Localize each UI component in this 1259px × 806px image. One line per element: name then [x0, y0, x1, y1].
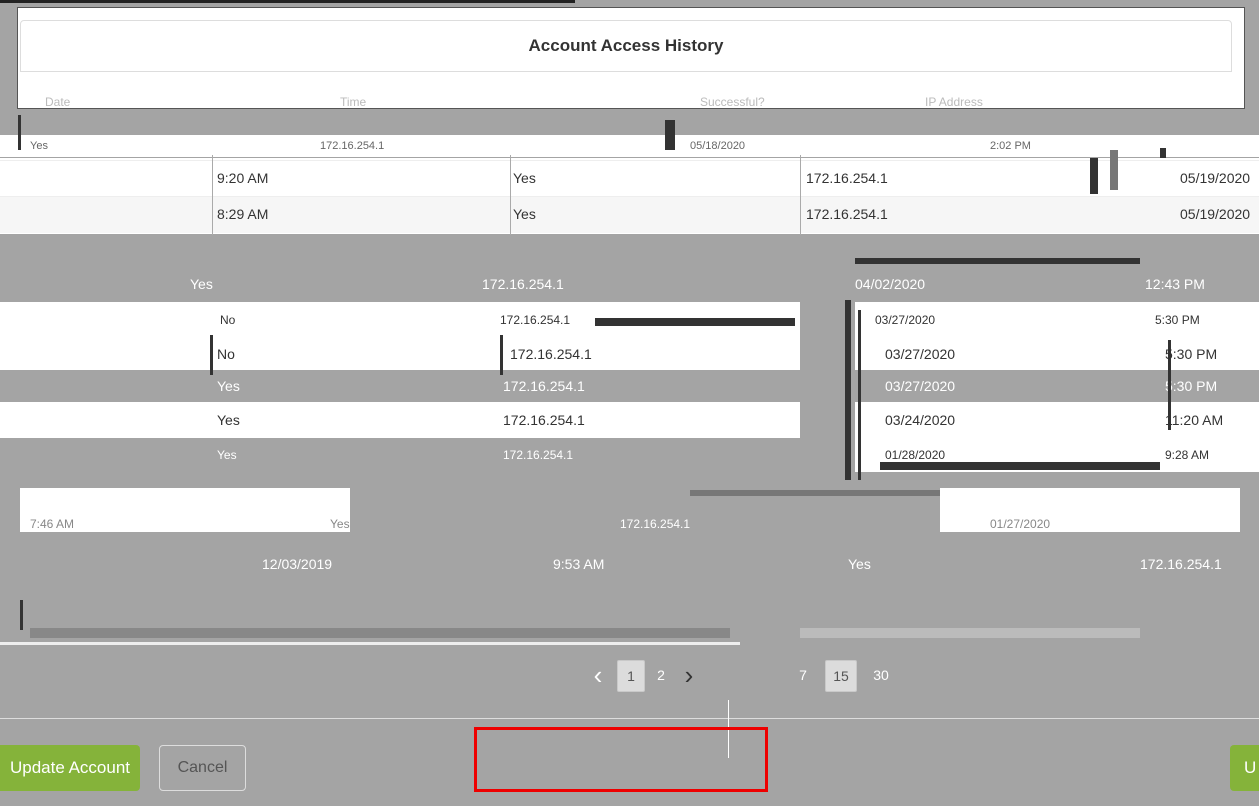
column-divider — [510, 155, 511, 235]
cell-successful: Yes — [217, 448, 237, 462]
table-row: Yes 172.16.254.1 — [0, 370, 800, 402]
cell-successful: No — [220, 313, 236, 327]
cell-successful: No — [217, 346, 235, 362]
cell-time: 11:20 AM — [1165, 412, 1224, 428]
window-top-edge — [0, 0, 575, 3]
glitch-mark — [800, 628, 1140, 638]
footer-divider — [0, 718, 1259, 719]
glitch-mark — [855, 258, 1140, 264]
table-row: 03/27/2020 5:30 PM — [855, 370, 1259, 402]
cell-time: 9:20 AM — [217, 170, 269, 186]
page-size-30[interactable]: 30 — [868, 660, 894, 690]
cell-time: 12:43 PM — [1145, 276, 1205, 292]
table-row: Yes 172.16.254.1 — [0, 402, 800, 438]
cell-time: 7:46 AM — [30, 517, 75, 531]
cell-date: 05/18/2020 — [690, 140, 746, 152]
pagination: ‹ 1 2 › 7 15 30 — [0, 660, 1259, 694]
table-row: 03/27/2020 5:30 PM — [855, 338, 1259, 370]
cell-time: 9:28 AM — [1165, 448, 1210, 462]
cell-successful: Yes — [330, 517, 350, 531]
table-row: No 172.16.254.1 — [0, 338, 800, 370]
cell-time: 2:02 PM — [990, 140, 1031, 152]
cell-date: 03/27/2020 — [885, 346, 956, 362]
column-header-successful[interactable]: Successful? — [700, 95, 765, 109]
chevron-left-icon[interactable]: ‹ — [585, 660, 611, 690]
column-header-ip[interactable]: IP Address — [925, 95, 983, 109]
cell-date: 12/03/2019 — [262, 556, 333, 572]
table-row: 03/27/2020 5:30 PM — [855, 302, 1259, 338]
page-2-button[interactable]: 2 — [648, 660, 674, 690]
cell-ip: 172.16.254.1 — [503, 412, 585, 428]
table-row: Yes 172.16.254.1 — [0, 438, 800, 472]
cell-time: 9:53 AM — [553, 556, 605, 572]
panel-title: Account Access History — [528, 36, 724, 55]
glitch-mark — [1168, 340, 1171, 430]
cell-ip: 172.16.254.1 — [320, 140, 385, 152]
column-header-time[interactable]: Time — [340, 95, 366, 109]
glitch-mark — [595, 318, 795, 326]
cell-date: 03/27/2020 — [875, 313, 936, 327]
glitch-mark — [858, 310, 861, 480]
cell-time: 5:30 PM — [1165, 346, 1218, 362]
table-row: 03/24/2020 11:20 AM — [855, 402, 1259, 438]
glitch-mark — [30, 628, 730, 638]
glitch-mark — [210, 335, 213, 375]
update-account-button[interactable]: Update Account — [0, 745, 140, 791]
table-row[interactable]: 9:20 AM Yes 172.16.254.1 05/19/2020 — [0, 160, 1259, 197]
cell-date: 04/02/2020 — [855, 276, 926, 292]
column-divider — [800, 155, 801, 235]
cell-time: 5:30 PM — [1155, 313, 1200, 327]
cell-date: 03/24/2020 — [885, 412, 956, 428]
cell-ip: 172.16.254.1 — [1140, 556, 1222, 572]
cell-ip: 172.16.254.1 — [620, 517, 691, 531]
cell-successful: Yes — [30, 140, 48, 152]
glitch-mark — [845, 300, 851, 480]
cell-successful: Yes — [513, 206, 536, 222]
cell-ip: 172.16.254.1 — [482, 276, 564, 292]
glitch-mark — [18, 115, 21, 150]
highlight-annotation-box — [474, 727, 768, 792]
cell-date: 05/19/2020 — [1180, 206, 1251, 222]
table-row: Yes 172.16.254.1 05/18/2020 2:02 PM — [0, 135, 1259, 157]
cell-successful: Yes — [217, 378, 240, 394]
table-row: 7:46 AM Yes 172.16.254.1 01/27/2020 — [0, 488, 1259, 532]
table-row[interactable]: 8:29 AM Yes 172.16.254.1 05/19/2020 — [0, 196, 1259, 233]
glitch-mark — [1090, 158, 1098, 194]
cell-time: 5:30 PM — [1165, 378, 1218, 394]
cell-date: 01/27/2020 — [990, 517, 1051, 531]
cell-date: 01/28/2020 — [885, 448, 946, 462]
cell-successful: Yes — [190, 276, 213, 292]
cell-ip: 172.16.254.1 — [806, 170, 888, 186]
page-size-7[interactable]: 7 — [790, 660, 816, 690]
cell-date: 03/27/2020 — [885, 378, 956, 394]
glitch-mark — [20, 600, 23, 630]
glitch-mark — [500, 335, 503, 375]
cell-successful: Yes — [513, 170, 536, 186]
cell-time: 8:29 AM — [217, 206, 269, 222]
panel-header: Account Access History — [20, 20, 1232, 72]
glitch-mark — [690, 490, 940, 496]
cell-ip: 172.16.254.1 — [806, 206, 888, 222]
chevron-right-icon[interactable]: › — [676, 660, 702, 690]
table-row: Yes 172.16.254.1 04/02/2020 12:43 PM — [0, 268, 1259, 300]
cancel-button[interactable]: Cancel — [159, 745, 246, 791]
glitch-mark — [1110, 150, 1118, 190]
cell-ip: 172.16.254.1 — [503, 448, 574, 462]
cell-ip: 172.16.254.1 — [500, 313, 571, 327]
glitch-mark — [0, 642, 740, 645]
table-row: 12/03/2019 9:53 AM Yes 172.16.254.1 — [0, 548, 1259, 580]
column-divider — [212, 155, 213, 235]
cell-ip: 172.16.254.1 — [503, 378, 585, 394]
glitch-mark — [665, 120, 675, 150]
cell-successful: Yes — [217, 412, 240, 428]
column-header-date[interactable]: Date — [45, 95, 70, 109]
update-button-right[interactable]: U — [1230, 745, 1259, 791]
cell-date: 05/19/2020 — [1180, 170, 1251, 186]
glitch-mark — [880, 462, 1160, 470]
cell-successful: Yes — [848, 556, 871, 572]
page-size-15[interactable]: 15 — [825, 660, 857, 692]
cell-ip: 172.16.254.1 — [510, 346, 592, 362]
page-1-button[interactable]: 1 — [617, 660, 645, 692]
